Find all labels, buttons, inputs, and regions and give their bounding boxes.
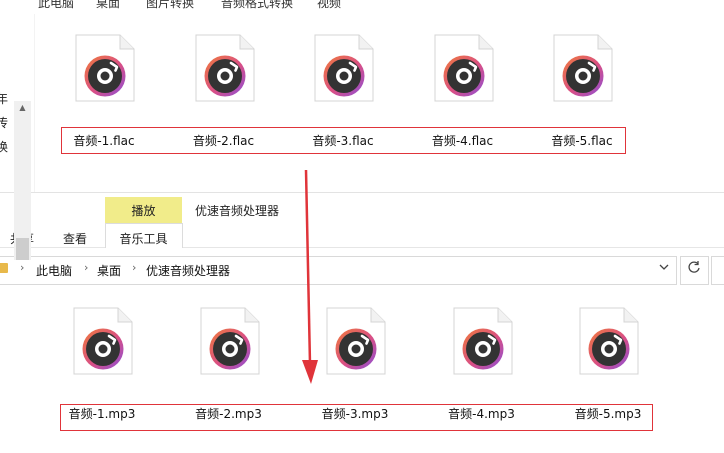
tab-music-tools[interactable]: 音乐工具 bbox=[105, 230, 182, 247]
scroll-up-icon[interactable]: ▲ bbox=[14, 101, 31, 115]
address-bar: › 此电脑 › 桌面 › 优速音频处理器 bbox=[0, 256, 724, 285]
scroll-thumb[interactable] bbox=[16, 238, 29, 260]
top-crumb[interactable]: 此电脑 bbox=[38, 0, 74, 11]
nav-item-fragment[interactable]: 年 bbox=[0, 90, 8, 107]
audio-file-icon[interactable] bbox=[432, 34, 494, 102]
window-title: 优速音频处理器 bbox=[195, 204, 280, 218]
audio-file-icon[interactable] bbox=[551, 34, 613, 102]
chevron-down-icon[interactable] bbox=[658, 261, 670, 276]
ribbon: 播放 优速音频处理器 共享 查看 音乐工具 bbox=[0, 193, 724, 248]
breadcrumb-separator-icon[interactable]: › bbox=[132, 261, 136, 274]
audio-file-icon[interactable] bbox=[71, 307, 133, 375]
breadcrumb-this-pc[interactable]: 此电脑 bbox=[36, 262, 72, 279]
top-crumb[interactable]: 图片转换 bbox=[146, 0, 194, 11]
down-arrow-icon bbox=[302, 169, 318, 384]
top-crumb[interactable]: 桌面 bbox=[96, 0, 120, 11]
top-breadcrumb: 此电脑 桌面 图片转换 音频格式转换 视频 bbox=[0, 0, 724, 12]
breadcrumb-separator-icon[interactable]: › bbox=[20, 261, 24, 274]
folder-icon bbox=[0, 263, 8, 273]
breadcrumb-separator-icon[interactable]: › bbox=[84, 261, 88, 274]
audio-file-icon[interactable] bbox=[577, 307, 639, 375]
breadcrumb-current-folder[interactable]: 优速音频处理器 bbox=[146, 262, 230, 279]
tab-view[interactable]: 查看 bbox=[63, 230, 87, 247]
nav-item-fragment[interactable]: 传 bbox=[0, 114, 8, 131]
audio-file-icon[interactable] bbox=[324, 307, 386, 375]
audio-file-icon[interactable] bbox=[73, 34, 135, 102]
audio-file-icon[interactable] bbox=[312, 34, 374, 102]
breadcrumb-desktop[interactable]: 桌面 bbox=[97, 262, 121, 279]
refresh-icon[interactable] bbox=[687, 260, 701, 278]
audio-file-icon[interactable] bbox=[198, 307, 260, 375]
pane-divider bbox=[34, 14, 35, 192]
top-crumb[interactable]: 视频 bbox=[317, 0, 341, 11]
scrollbar[interactable] bbox=[14, 101, 31, 260]
nav-item-fragment[interactable]: 换 bbox=[0, 138, 8, 155]
audio-file-icon[interactable] bbox=[451, 307, 513, 375]
search-input[interactable] bbox=[711, 256, 724, 285]
highlight-box bbox=[60, 404, 653, 431]
top-crumb[interactable]: 音频格式转换 bbox=[221, 0, 293, 11]
highlight-box bbox=[61, 127, 626, 154]
context-tab-label: 播放 bbox=[131, 204, 156, 218]
audio-file-icon[interactable] bbox=[193, 34, 255, 102]
